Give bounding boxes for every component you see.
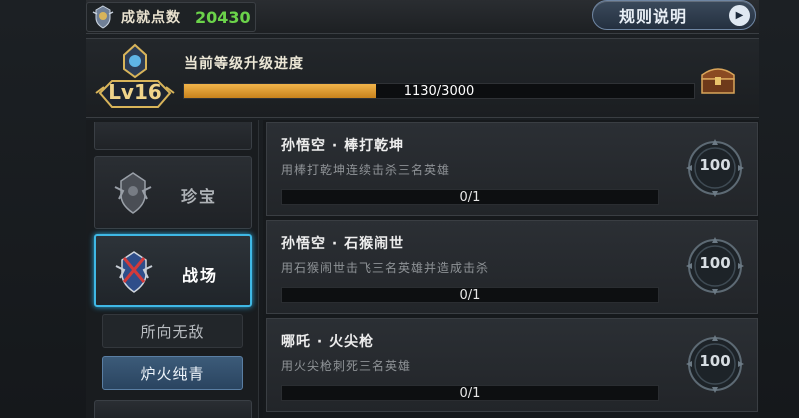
achievement-title: 哪吒 · 火尖枪 [281,334,375,350]
achievement-title: 孙悟空 · 石猴闹世 [281,236,405,252]
achievement-points: 100 [699,156,731,174]
score-label: 成就点数 [121,10,181,26]
category-treasure[interactable]: 珍宝 [94,156,252,229]
achievement-points: 100 [699,352,731,370]
subcategory-invincible[interactable]: 所向无敌 [102,314,243,348]
level-progress-bar: 1130/3000 [183,83,695,99]
achievement-description: 用火尖枪刺死三名英雄 [281,359,412,373]
achievement-progress-bar: 0/1 [281,189,659,205]
rules-button[interactable]: 规则说明 ▶ [592,0,756,30]
trophy-badge-icon [89,3,117,31]
level-badge [94,43,176,115]
achievement-progress-text: 0/1 [459,386,481,401]
category-item-partial[interactable] [94,400,252,418]
category-label: 战场 [182,266,219,285]
category-battlefield[interactable]: 战场 [94,234,252,307]
score-value: 20430 [195,7,251,27]
achievement-progress-bar: 0/1 [281,385,659,401]
achievement-description: 用石猴闹世击飞三名英雄并造成击杀 [281,261,490,275]
subcategory-label: 炉火纯青 [140,364,205,383]
achievement-points: 100 [699,254,731,272]
play-arrow-icon: ▶ [729,5,750,26]
treasure-chest-icon[interactable] [698,61,738,97]
category-sidebar: 珍宝 战场 所向无敌 炉火纯青 [86,120,259,418]
achievement-progress-bar: 0/1 [281,287,659,303]
achievement-description: 用棒打乾坤连续击杀三名英雄 [281,163,451,177]
achievement-card[interactable]: 孙悟空 · 石猴闹世 用石猴闹世击飞三名英雄并造成击杀 0/1 100 [266,220,758,314]
treasure-crest-icon [109,169,157,217]
category-item-partial[interactable] [94,122,252,150]
rules-label: 规则说明 [619,7,688,26]
category-label: 珍宝 [181,187,218,206]
level-progress-text: 1130/3000 [403,84,475,99]
achievement-list[interactable]: 孙悟空 · 棒打乾坤 用棒打乾坤连续击杀三名英雄 0/1 100 孙悟空 · 石… [263,120,759,418]
achievement-title: 孙悟空 · 棒打乾坤 [281,138,405,154]
subcategory-mastery[interactable]: 炉火纯青 [102,356,243,390]
achievement-progress-text: 0/1 [459,190,481,205]
level-progress-panel: Lv16 当前等级升级进度 1130/3000 [86,38,759,118]
battlefield-crest-icon [110,248,158,296]
achievement-card[interactable]: 孙悟空 · 棒打乾坤 用棒打乾坤连续击杀三名英雄 0/1 100 [266,122,758,216]
achievement-card[interactable]: 哪吒 · 火尖枪 用火尖枪刺死三名英雄 0/1 100 [266,318,758,412]
achievement-score: 成就点数 20430 [86,2,256,32]
level-progress-title: 当前等级升级进度 [184,56,304,72]
achievement-progress-text: 0/1 [459,288,481,303]
level-badge-text: Lv16 [108,80,162,104]
subcategory-label: 所向无敌 [140,322,205,341]
